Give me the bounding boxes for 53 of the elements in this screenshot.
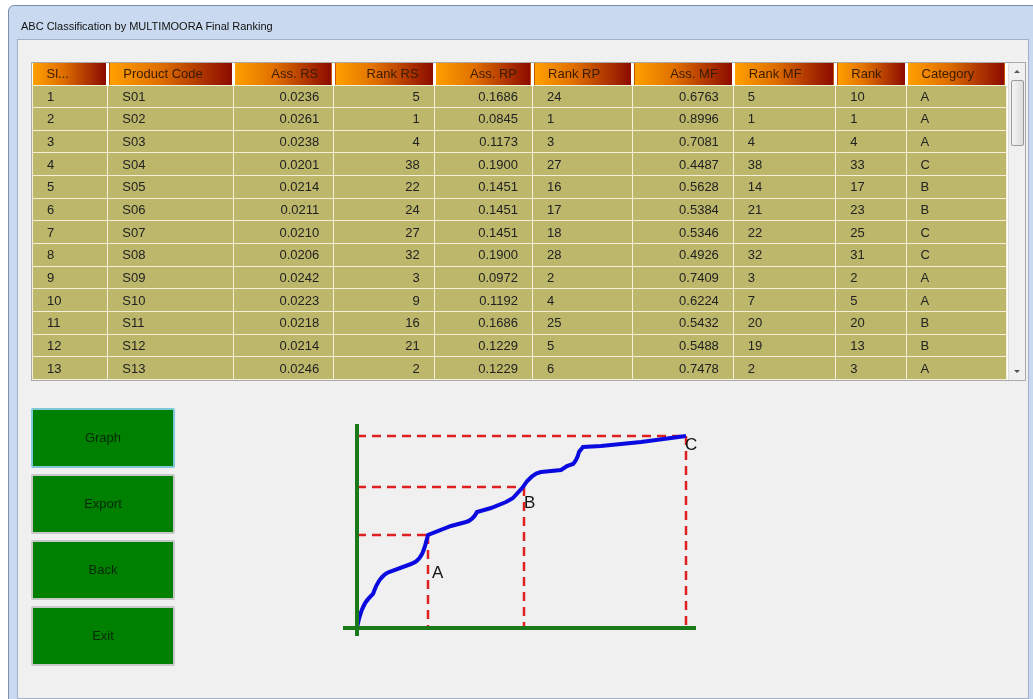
table-cell: S10 [107,288,234,312]
scrollbar[interactable] [1008,63,1025,380]
table-cell: S11 [107,311,234,335]
table-cell: S04 [107,152,234,176]
table-cell: 11 [32,311,108,335]
table-cell: 5 [333,85,435,108]
table-cell: 9 [32,266,108,289]
table-cell: 0.1686 [434,85,533,108]
column-header[interactable]: Ass. RP [434,63,533,85]
table-cell: 13 [32,356,108,380]
table-cell: S01 [107,85,234,108]
table-cell: 12 [32,334,108,357]
table-cell: 7 [32,220,108,244]
table-cell: S12 [107,334,234,357]
table-cell: S02 [107,107,234,131]
column-header[interactable]: Category [906,63,1007,85]
table-cell: S07 [107,220,234,244]
column-header[interactable]: Ass. RS [233,63,334,85]
table-cell: 2 [32,107,108,131]
table-cell: A [906,85,1007,108]
column-header[interactable]: Rank RP [532,63,633,85]
table-cell: 4 [32,152,108,176]
action-button[interactable]: Back [31,540,175,600]
table-cell: S06 [107,198,234,221]
table-cell: 10 [32,288,108,312]
table-cell: 6 [32,198,108,221]
column-header[interactable]: Ass. MF [632,63,734,85]
table-cell: 0.0236 [233,85,334,108]
table-cell: 5 [733,85,836,108]
window-title: ABC Classification by MULTIMOORA Final Ranking [20,19,274,34]
column-header[interactable]: Product Code [107,63,234,85]
table-cell: S05 [107,175,234,199]
table-cell: S09 [107,266,234,289]
column-header[interactable]: Rank MF [733,63,836,85]
table-cell: 10 [835,85,907,108]
table-cell: S03 [107,130,234,153]
table-cell: 8 [32,243,108,267]
table-cell: 5 [32,175,108,199]
table-cell: 1 [32,85,108,108]
column-header[interactable]: Rank RS [333,63,435,85]
action-button[interactable]: Graph [31,408,175,468]
table-cell: 3 [32,130,108,153]
column-header[interactable]: Rank [835,63,907,85]
table-cell: 24 [532,85,633,108]
table-cell: S13 [107,356,234,380]
point-label: B [524,493,536,512]
point-label: A [432,563,444,582]
action-button[interactable]: Exit [31,606,175,666]
table-cell: 0.6763 [632,85,734,108]
column-header[interactable]: Sl... [32,63,108,85]
point-label: C [685,435,698,454]
action-button[interactable]: Export [31,474,175,534]
table-cell: S08 [107,243,234,267]
